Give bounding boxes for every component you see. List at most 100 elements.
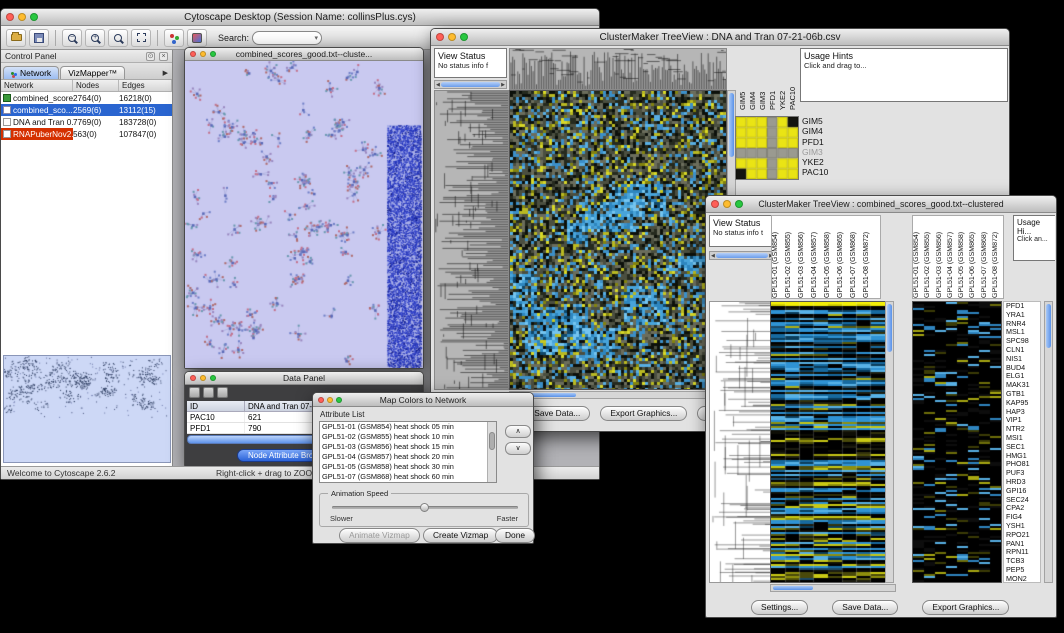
- heatmap-hscrollbar[interactable]: [509, 391, 727, 399]
- close-icon[interactable]: [711, 200, 719, 208]
- tab-network[interactable]: Network: [3, 66, 59, 79]
- treeview-button[interactable]: Export Graphics...: [922, 600, 1009, 615]
- arrow-left-icon[interactable]: ◀: [711, 253, 715, 259]
- secondary-heatmap[interactable]: [912, 301, 1002, 583]
- speed-slider-thumb[interactable]: [420, 503, 429, 512]
- header-network[interactable]: Network: [1, 80, 73, 91]
- network-row[interactable]: combined_scores 2764(0) 16218(0): [1, 92, 172, 104]
- treeview-button[interactable]: Settings...: [751, 600, 808, 615]
- zoom-selected-button[interactable]: [108, 29, 128, 47]
- scrollbar-thumb[interactable]: [441, 82, 500, 87]
- attribute-item[interactable]: GPL51-01 (GSM854) heat shock 05 min: [320, 422, 488, 432]
- table-icon[interactable]: [203, 387, 214, 398]
- scrollbar-thumb[interactable]: [489, 432, 495, 450]
- scrollbar-thumb[interactable]: [1046, 304, 1051, 348]
- gene-label[interactable]: MON2: [1006, 575, 1040, 583]
- window-controls: [711, 200, 743, 208]
- cytoscape-titlebar[interactable]: Cytoscape Desktop (Session Name: collins…: [1, 9, 599, 26]
- scrollbar-thumb[interactable]: [716, 253, 768, 258]
- create-vizmap-button[interactable]: Create Vizmap: [423, 528, 498, 543]
- column-dendrogram[interactable]: [509, 48, 727, 90]
- id-column-header[interactable]: ID: [187, 401, 245, 411]
- treeview-combined-titlebar[interactable]: ClusterMaker TreeView : combined_scores_…: [706, 196, 1056, 213]
- heatmap-hscrollbar[interactable]: [770, 584, 896, 592]
- network-name: RNAPuberNov2...: [13, 130, 73, 139]
- folder-icon: [11, 34, 22, 41]
- zoom-out-button[interactable]: −: [62, 29, 82, 47]
- row-dendrogram[interactable]: [709, 301, 771, 583]
- treeview-button[interactable]: Save Data...: [524, 406, 590, 421]
- close-icon[interactable]: [190, 51, 196, 57]
- network-row[interactable]: RNAPuberNov2... 563(0) 107847(0): [1, 128, 172, 140]
- save-session-button[interactable]: [29, 29, 49, 47]
- zoom-in-button[interactable]: +: [85, 29, 105, 47]
- map-colors-titlebar[interactable]: Map Colors to Network: [313, 393, 533, 407]
- network-overview-thumbnail[interactable]: [3, 355, 171, 463]
- network-view-canvas[interactable]: [185, 61, 423, 368]
- network-row[interactable]: combined_sco... 2569(6) 13112(15): [1, 104, 172, 116]
- grid-icon[interactable]: [189, 387, 200, 398]
- move-up-button[interactable]: ∧: [505, 425, 531, 438]
- list-scrollbar[interactable]: [487, 422, 496, 482]
- expression-heatmap[interactable]: [509, 90, 727, 390]
- zoom-fit-button[interactable]: [131, 29, 151, 47]
- network-view-titlebar[interactable]: combined_scores_good.txt--cluste...: [185, 48, 423, 61]
- minimize-icon[interactable]: [448, 33, 456, 41]
- header-edges[interactable]: Edges: [119, 80, 172, 91]
- attribute-item[interactable]: GPL51-03 (GSM856) heat shock 15 min: [320, 442, 488, 452]
- attribute-item[interactable]: GPL51-05 (GSM858) heat shock 30 min: [320, 462, 488, 472]
- chevron-down-icon[interactable]: ▾: [315, 34, 319, 42]
- attribute-listbox[interactable]: GPL51-01 (GSM854) heat shock 05 minGPL51…: [319, 421, 497, 483]
- expression-heatmap[interactable]: [770, 301, 886, 583]
- attribute-item[interactable]: GPL51-04 (GSM857) heat shock 20 min: [320, 452, 488, 462]
- heatmap-vscrollbar[interactable]: [885, 301, 894, 583]
- network-row[interactable]: DNA and Tran 0... 7769(0) 183728(0): [1, 116, 172, 128]
- scrollbar-thumb[interactable]: [887, 304, 892, 352]
- minimize-icon[interactable]: [200, 51, 206, 57]
- database-icon[interactable]: [217, 387, 228, 398]
- treeview-button[interactable]: Save Data...: [832, 600, 898, 615]
- scrollbar-thumb[interactable]: [773, 586, 813, 590]
- maximize-icon[interactable]: [210, 375, 216, 381]
- maximize-icon[interactable]: [210, 51, 216, 57]
- maximize-icon[interactable]: [735, 200, 743, 208]
- row-dendrogram[interactable]: [434, 90, 509, 390]
- panel-search-icon[interactable]: ⊙: [146, 52, 155, 61]
- maximize-icon[interactable]: [336, 397, 342, 403]
- minimize-icon[interactable]: [18, 13, 26, 21]
- minimize-icon[interactable]: [723, 200, 731, 208]
- attribute-item[interactable]: GPL51-07 (GSM868) heat shock 60 min: [320, 472, 488, 482]
- move-down-button[interactable]: ∨: [505, 442, 531, 455]
- tab-vizmapper[interactable]: VizMapper™: [60, 66, 125, 79]
- open-session-button[interactable]: [6, 29, 26, 47]
- scrollbar-thumb[interactable]: [729, 93, 734, 157]
- speed-slider-track[interactable]: [332, 506, 518, 509]
- tab-overflow-icon[interactable]: ▶: [161, 69, 170, 79]
- header-nodes[interactable]: Nodes: [73, 80, 119, 91]
- close-icon[interactable]: [6, 13, 14, 21]
- correlation-matrix[interactable]: [735, 116, 799, 180]
- close-icon[interactable]: [190, 375, 196, 381]
- data-panel-titlebar[interactable]: Data Panel: [185, 372, 423, 385]
- search-input[interactable]: ▾: [252, 31, 322, 45]
- arrow-left-icon[interactable]: ◀: [436, 82, 440, 88]
- done-button[interactable]: Done: [495, 528, 535, 543]
- maximize-icon[interactable]: [460, 33, 468, 41]
- close-icon[interactable]: [318, 397, 324, 403]
- tree-nav-scrollbar[interactable]: ◀▶: [709, 251, 775, 260]
- tree-nav-scrollbar[interactable]: ◀▶: [434, 80, 507, 89]
- treeview-dna-titlebar[interactable]: ClusterMaker TreeView : DNA and Tran 07-…: [431, 29, 1009, 46]
- network-tool-button[interactable]: [164, 29, 184, 47]
- minimize-icon[interactable]: [327, 397, 333, 403]
- network-view-window: combined_scores_good.txt--cluste...: [184, 47, 424, 369]
- network-icon: [170, 34, 174, 38]
- maximize-icon[interactable]: [30, 13, 38, 21]
- vizmapper-tool-button[interactable]: [187, 29, 207, 47]
- arrow-right-icon[interactable]: ▶: [501, 82, 505, 88]
- attribute-item[interactable]: GPL51-02 (GSM855) heat shock 10 min: [320, 432, 488, 442]
- treeview-button[interactable]: Export Graphics...: [600, 406, 687, 421]
- panel-close-icon[interactable]: ×: [159, 52, 168, 61]
- gene-list-scrollbar[interactable]: [1044, 301, 1053, 583]
- minimize-icon[interactable]: [200, 375, 206, 381]
- close-icon[interactable]: [436, 33, 444, 41]
